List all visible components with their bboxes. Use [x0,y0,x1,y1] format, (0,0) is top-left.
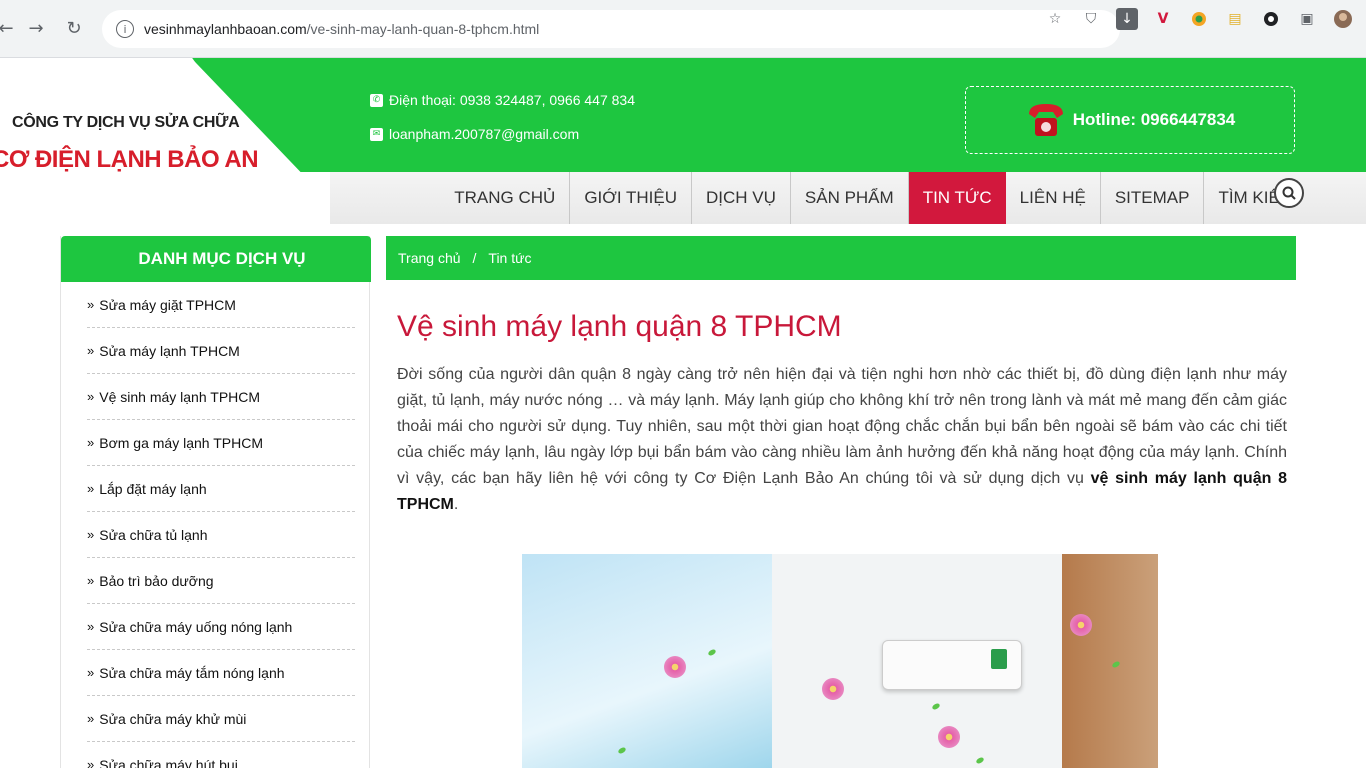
sidebar-list: » Sửa máy giặt TPHCM » Sửa máy lạnh TPHCM … [87,282,355,768]
article-image [522,554,1158,768]
chevron-right-icon: » [87,297,95,312]
breadcrumb: Trang chủ / Tin tức [386,236,1296,280]
sidebar-item-label: Sửa chữa máy khử mùi [99,710,247,727]
browser-toolbar: ← → ↻ i vesinhmaylanhbaoan.com/ve-sinh-m… [0,0,1366,58]
sidebar-item[interactable]: » Vệ sinh máy lạnh TPHCM [87,374,355,420]
site-info-icon[interactable]: i [116,20,134,38]
url-domain: vesinhmaylanhbaoan.com [144,21,307,37]
air-conditioner-illustration [882,640,1022,690]
nav-item-services[interactable]: DỊCH VỤ [692,172,791,224]
email-text: loanpham.200787@gmail.com [389,126,580,142]
download-icon[interactable]: ↓ [1116,8,1138,30]
circle-icon[interactable] [1260,8,1282,30]
article-body: Đời sống của người dân quận 8 ngày càng … [397,362,1287,518]
url-path: /ve-sinh-may-lanh-quan-8-tphcm.html [306,21,540,37]
phone-contact: ✆ Điện thoại: 0938 324487, 0966 447 834 [370,92,635,108]
sidebar-item[interactable]: » Sửa chữa tủ lạnh [87,512,355,558]
avatar-icon[interactable] [1332,8,1354,30]
search-icon[interactable] [1274,178,1304,208]
sidebar-item[interactable]: » Lắp đặt máy lạnh [87,466,355,512]
image-cabinet [1062,554,1158,768]
nav-item-products[interactable]: SẢN PHẨM [791,172,909,224]
breadcrumb-current[interactable]: Tin tức [488,250,531,266]
nav-item-home[interactable]: TRANG CHỦ [440,172,571,224]
chevron-right-icon: » [87,757,95,768]
sidebar-item-label: Vệ sinh máy lạnh TPHCM [99,388,261,405]
nav-item-sitemap[interactable]: SITEMAP [1101,172,1205,224]
sidebar-item[interactable]: » Sửa chữa máy hút bụi [87,742,355,768]
envelope-icon: ✉ [370,127,383,141]
sidebar-item-label: Sửa chữa máy uống nóng lạnh [99,618,293,635]
ac-label [991,649,1007,669]
service-sidebar: DANH MỤC DỊCH VỤ » Sửa máy giặt TPHCM » Sử… [60,236,371,768]
chevron-right-icon: » [87,481,95,496]
sidebar-item[interactable]: » Sửa máy lạnh TPHCM [87,328,355,374]
sidebar-item[interactable]: » Sửa chữa máy khử mùi [87,696,355,742]
sidebar-item[interactable]: » Sửa máy giặt TPHCM [87,282,355,328]
chevron-right-icon: » [87,435,95,450]
note-icon[interactable]: ▤ [1224,8,1246,30]
back-icon[interactable]: ← [0,14,20,42]
sidebar-item-label: Bảo trì bảo dưỡng [99,572,214,589]
nav-item-about[interactable]: GIỚI THIỆU [570,172,692,224]
breadcrumb-home[interactable]: Trang chủ [398,250,461,266]
v-icon[interactable]: V [1152,8,1174,30]
hotline-box[interactable]: Hotline: 0966447834 [965,86,1295,154]
sidebar-item-label: Sửa chữa máy tắm nóng lạnh [99,664,285,681]
chevron-right-icon: » [87,665,95,680]
company-name[interactable]: CƠ ĐIỆN LẠNH BẢO AN [0,146,259,174]
star-icon[interactable]: ☆ [1044,8,1066,30]
flower-icon [664,656,686,678]
sidebar-item-label: Sửa máy giặt TPHCM [99,296,236,313]
nav-item-contact[interactable]: LIÊN HỆ [1006,172,1101,224]
breadcrumb-separator: / [472,250,477,266]
phone-text: Điện thoại: 0938 324487, 0966 447 834 [389,92,635,108]
sidebar-item[interactable]: » Sửa chữa máy tắm nóng lạnh [87,650,355,696]
flower-icon [1070,614,1092,636]
email-contact: ✉ loanpham.200787@gmail.com [370,126,579,142]
sidebar-item-label: Sửa máy lạnh TPHCM [99,342,240,359]
address-bar[interactable]: i vesinhmaylanhbaoan.com/ve-sinh-may-lan… [102,10,1120,48]
main-navigation: TRANG CHỦ GIỚI THIỆU DỊCH VỤ SẢN PHẨM TI… [440,172,1308,224]
chevron-right-icon: » [87,619,95,634]
chevron-right-icon: » [87,711,95,726]
telephone-icon [1025,100,1067,140]
chevron-right-icon: » [87,527,95,542]
chevron-right-icon: » [87,573,95,588]
chevron-right-icon: » [87,389,95,404]
flower-icon [822,678,844,700]
puzzle-icon[interactable]: ▣ [1296,8,1318,30]
flower-icon [938,726,960,748]
browser-extensions: ☆ ⛉ ↓ V ▤ ▣ [1044,8,1354,30]
chevron-right-icon: » [87,343,95,358]
article-text: Đời sống của người dân quận 8 ngày càng … [397,366,1287,487]
sidebar-item-label: Sửa chữa tủ lạnh [99,526,208,543]
sidebar-item-label: Sửa chữa máy hút bụi [99,756,238,768]
shield-icon[interactable]: ⛉ [1080,8,1102,30]
sidebar-item[interactable]: » Bơm ga máy lạnh TPHCM [87,420,355,466]
article-title: Vệ sinh máy lạnh quận 8 TPHCM [397,310,842,343]
sidebar-item[interactable]: » Sửa chữa máy uống nóng lạnh [87,604,355,650]
sidebar-title: DANH MỤC DỊCH VỤ [61,236,371,282]
sidebar-item[interactable]: » Bảo trì bảo dưỡng [87,558,355,604]
phone-icon: ✆ [370,93,383,107]
image-window [522,554,772,768]
reload-icon[interactable]: ↻ [60,14,88,42]
forward-icon[interactable]: → [22,14,50,42]
chrome-ext-icon[interactable] [1188,8,1210,30]
article-text-end: . [453,496,459,513]
sidebar-item-label: Bơm ga máy lạnh TPHCM [99,434,263,451]
nav-item-news[interactable]: TIN TỨC [908,172,1006,224]
sidebar-item-label: Lắp đặt máy lạnh [99,480,207,497]
company-tagline: CÔNG TY DỊCH VỤ SỬA CHỮA [12,114,240,131]
hotline-text: Hotline: 0966447834 [1072,110,1236,129]
